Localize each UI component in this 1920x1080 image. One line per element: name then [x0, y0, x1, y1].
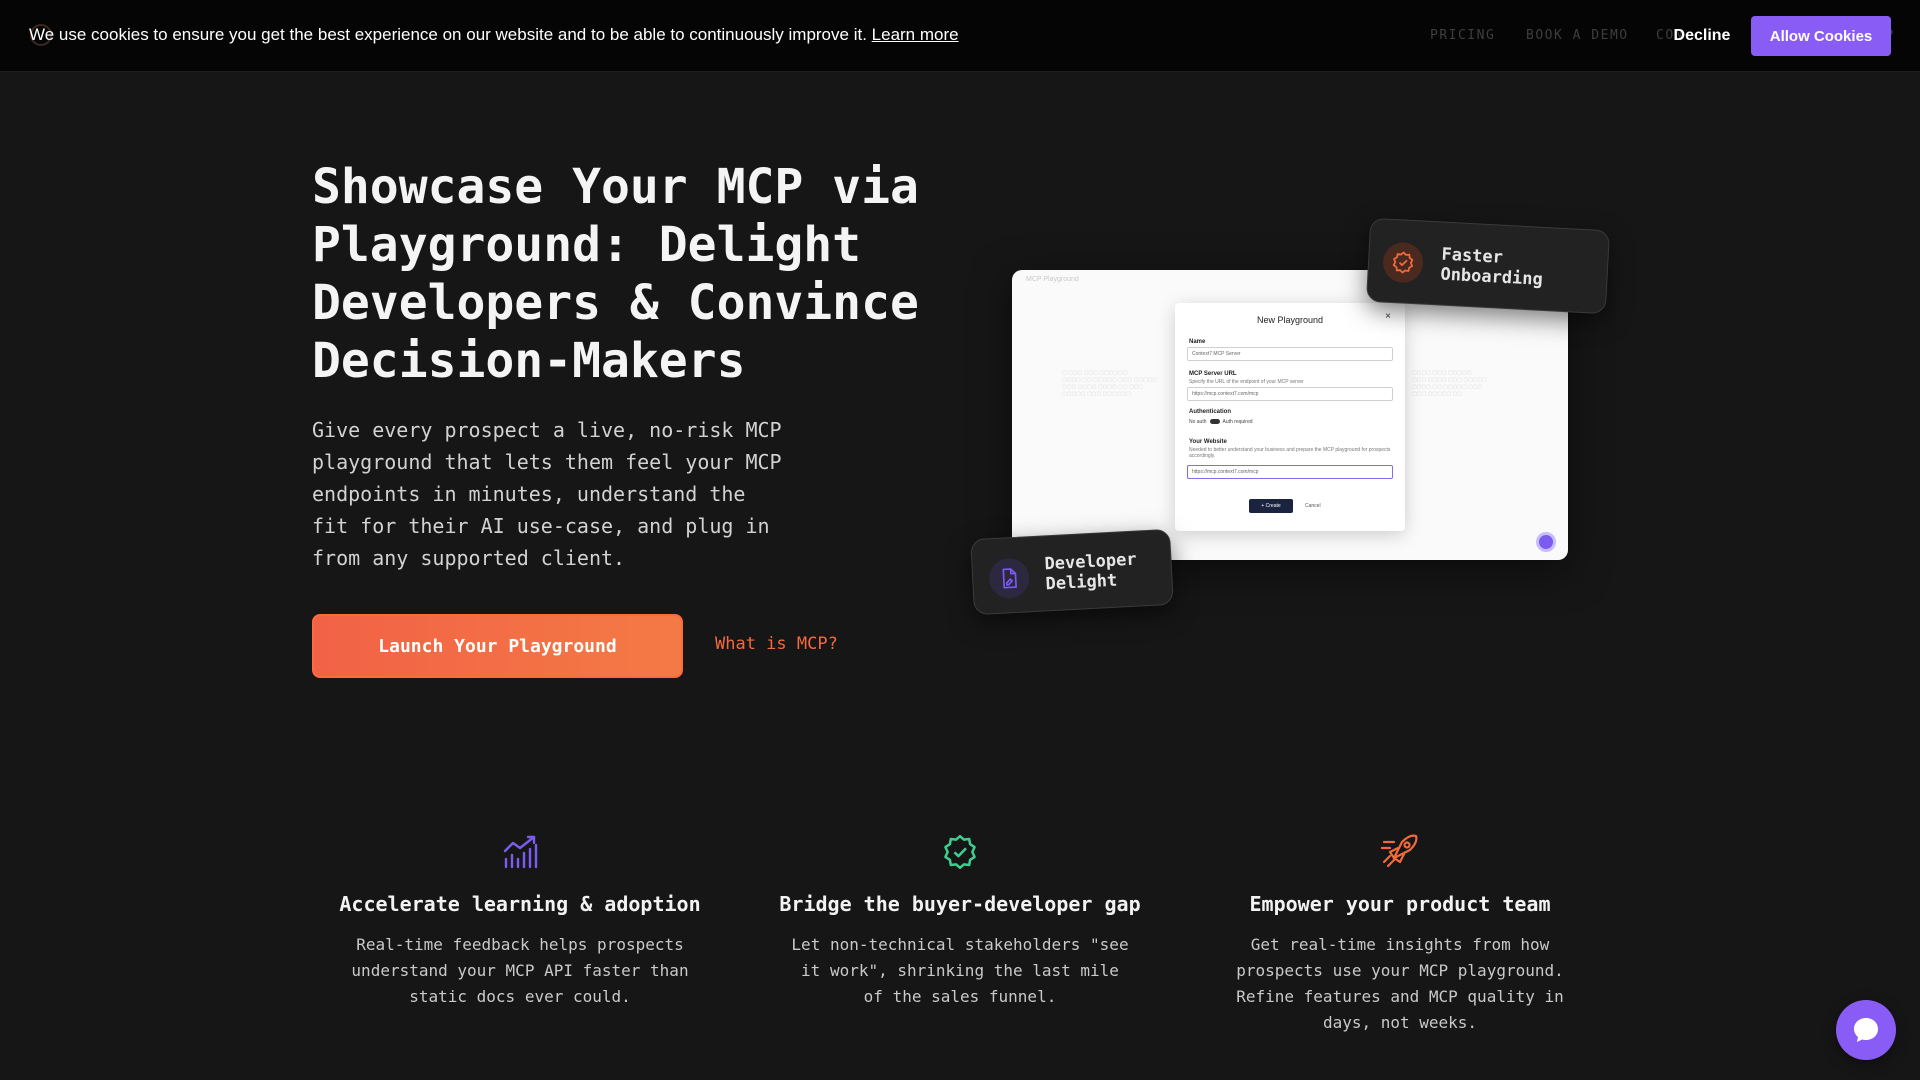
chat-widget-button[interactable]	[1836, 1000, 1896, 1060]
feature-desc: Real-time feedback helps prospects under…	[351, 935, 689, 1006]
dialog-title: New Playground	[1256, 315, 1324, 325]
website-help: Needed to better understand your busines…	[1189, 447, 1391, 459]
badge-dev-label: Developer Delight	[1044, 549, 1138, 595]
url-field[interactable]: https://mcp.context7.com/mcp	[1187, 387, 1393, 401]
chat-icon	[1854, 1018, 1878, 1042]
mock-background-card: ▢ ▢▢▢ ▢▢▢ ▢▢▢▢▢▢ ▢▢▢▢ ▢▢ ▢▢▢▢▢ ▢▢▢ ▢▢▢▢▢ ▢…	[1062, 370, 1158, 397]
faster-onboarding-badge: Faster Onboarding	[1365, 217, 1611, 315]
allow-cookies-button[interactable]: Allow Cookies	[1751, 16, 1891, 56]
feature-title: Empower your product team	[1249, 892, 1551, 916]
feature-empower: Empower your product team Get real-time …	[1200, 830, 1600, 1036]
mock-chat-icon	[1536, 532, 1556, 552]
name-field[interactable]: Context7 MCP Server	[1187, 347, 1393, 361]
feature-desc: Let non-technical stakeholders "see it w…	[791, 935, 1129, 1006]
website-field[interactable]: https://mcp.context7.com/mcp	[1187, 465, 1393, 479]
feature-bridge: Bridge the buyer-developer gap Let non-t…	[760, 830, 1160, 1010]
verified-badge-icon	[1382, 241, 1425, 284]
document-icon	[988, 557, 1031, 600]
new-playground-dialog: New Playground × Name Context7 MCP Serve…	[1175, 303, 1405, 531]
auth-label: Authentication	[1189, 409, 1231, 415]
name-label: Name	[1189, 339, 1206, 345]
what-is-mcp-link[interactable]: What is MCP?	[715, 634, 838, 654]
toggle-switch[interactable]	[1209, 419, 1220, 425]
feature-desc: Get real-time insights from how prospect…	[1236, 935, 1564, 1032]
create-button[interactable]: + Create	[1249, 499, 1293, 513]
auth-toggle[interactable]: No auth Auth required	[1189, 419, 1253, 425]
cookie-message: We use cookies to ensure you get the bes…	[29, 25, 867, 44]
launch-playground-button[interactable]: Launch Your Playground	[312, 614, 683, 678]
playground-screenshot: MCP Playground ▢ ▢▢▢ ▢▢▢ ▢▢▢▢▢▢ ▢▢▢▢ ▢▢ ▢…	[1012, 270, 1568, 560]
url-label: MCP Server URL	[1189, 371, 1237, 377]
cancel-button[interactable]: Cancel	[1305, 503, 1321, 509]
auth-off-label: No auth	[1189, 419, 1207, 425]
url-help: Specify the URL of the endpoint of your …	[1189, 379, 1304, 385]
mock-background-card: ▢▢▢▢ ▢▢▢ ▢▢▢▢▢ ▢▢▢ ▢▢▢▢ ▢▢▢ ▢▢▢▢▢ ▢▢▢▢ ▢▢ …	[1412, 370, 1488, 397]
hero-subtitle: Give every prospect a live, no-risk MCP …	[312, 418, 782, 570]
top-bar: PRICING BOOK A DEMO CON UP We use cookie…	[0, 0, 1920, 72]
cookie-learn-more-link[interactable]: Learn more	[872, 25, 959, 44]
verified-badge-icon	[760, 830, 1160, 874]
nav-book-demo[interactable]: BOOK A DEMO	[1526, 28, 1629, 43]
close-icon[interactable]: ×	[1385, 311, 1391, 322]
hero-title: Showcase Your MCP via Playground: Deligh…	[312, 159, 919, 389]
website-label: Your Website	[1189, 439, 1227, 445]
feature-accelerate: Accelerate learning & adoption Real-time…	[320, 830, 720, 1010]
auth-on-label: Auth required	[1222, 419, 1253, 425]
rocket-icon	[1200, 830, 1600, 874]
developer-delight-badge: Developer Delight	[970, 528, 1174, 616]
chart-growth-icon	[320, 830, 720, 874]
cookie-banner: We use cookies to ensure you get the bes…	[29, 25, 959, 45]
badge-faster-label: Faster Onboarding	[1439, 244, 1544, 290]
decline-cookies-button[interactable]: Decline	[1660, 16, 1744, 56]
feature-title: Bridge the buyer-developer gap	[779, 892, 1141, 916]
nav-pricing[interactable]: PRICING	[1430, 28, 1495, 43]
feature-title: Accelerate learning & adoption	[339, 892, 701, 916]
mock-window-title: MCP Playground	[1026, 276, 1079, 283]
